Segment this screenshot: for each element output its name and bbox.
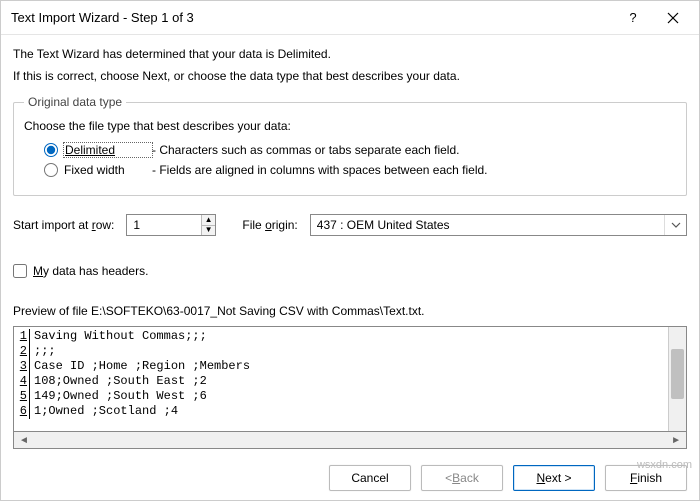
scrollbar-thumb[interactable]	[671, 349, 684, 399]
preview-line: 3 Case ID ;Home ;Region ;Members	[16, 359, 668, 374]
my-data-has-headers-checkbox[interactable]	[13, 264, 27, 278]
dialog-button-bar: Cancel < Back Next > Finish	[1, 449, 699, 491]
line-text: 149;Owned ;South West ;6	[34, 389, 207, 404]
titlebar: Text Import Wizard - Step 1 of 3 ?	[1, 1, 699, 35]
file-origin-value: 437 : OEM United States	[317, 218, 450, 232]
start-row-input[interactable]	[127, 215, 200, 235]
intro-text-2: If this is correct, choose Next, or choo…	[13, 69, 687, 83]
intro-text-1: The Text Wizard has determined that your…	[13, 47, 687, 61]
fixed-width-desc: - Fields are aligned in columns with spa…	[152, 163, 488, 177]
close-button[interactable]	[653, 3, 693, 33]
back-button[interactable]: < Back	[421, 465, 503, 491]
preview-label: Preview of file E:\SOFTEKO\63-0017_Not S…	[13, 304, 687, 318]
next-button[interactable]: Next >	[513, 465, 595, 491]
spinner-up-button[interactable]: ▲	[202, 215, 216, 226]
preview-pane: 1Saving Without Commas;;;2;;;3Case ID ;H…	[13, 326, 687, 432]
line-number: 4	[16, 374, 30, 389]
group-legend: Original data type	[24, 95, 126, 109]
watermark: wsxdn.com	[637, 459, 692, 471]
spinner-down-button[interactable]: ▼	[202, 226, 216, 236]
scroll-right-button[interactable]: ►	[668, 435, 684, 446]
window-title: Text Import Wizard - Step 1 of 3	[11, 10, 613, 25]
line-text: 108;Owned ;South East ;2	[34, 374, 207, 389]
choose-file-type-label: Choose the file type that best describes…	[24, 119, 676, 133]
preview-line: 5 149;Owned ;South West ;6	[16, 389, 668, 404]
line-text: ;;;	[34, 344, 56, 359]
line-number: 2	[16, 344, 30, 359]
horizontal-scrollbar[interactable]: ◄ ►	[13, 432, 687, 449]
line-text: Case ID ;Home ;Region ;Members	[34, 359, 250, 374]
preview-line: 2;;;	[16, 344, 668, 359]
start-row-label: Start import at row:	[13, 218, 114, 232]
preview-line: 6 1;Owned ;Scotland ;4	[16, 404, 668, 419]
my-data-has-headers-label[interactable]: My data has headers.	[33, 264, 148, 278]
line-text: Saving Without Commas;;;	[34, 329, 207, 344]
close-icon	[667, 12, 679, 24]
cancel-button[interactable]: Cancel	[329, 465, 411, 491]
delimited-radio[interactable]	[44, 143, 58, 157]
delimited-radio-label[interactable]: Delimited	[64, 143, 152, 157]
line-number: 6	[16, 404, 30, 419]
line-number: 3	[16, 359, 30, 374]
file-origin-combo[interactable]: 437 : OEM United States	[310, 214, 687, 236]
vertical-scrollbar[interactable]	[668, 327, 686, 431]
original-data-type-group: Original data type Choose the file type …	[13, 95, 687, 196]
scroll-left-button[interactable]: ◄	[16, 435, 32, 446]
start-row-spinner[interactable]: ▲ ▼	[126, 214, 216, 236]
line-number: 5	[16, 389, 30, 404]
fixed-width-radio[interactable]	[44, 163, 58, 177]
preview-line: 1 Saving Without Commas;;;	[16, 329, 668, 344]
preview-text-area: 1Saving Without Commas;;;2;;;3Case ID ;H…	[14, 327, 668, 431]
fixed-width-radio-label[interactable]: Fixed width	[64, 163, 152, 177]
help-button[interactable]: ?	[613, 3, 653, 33]
line-number: 1	[16, 329, 30, 344]
preview-line: 4 108;Owned ;South East ;2	[16, 374, 668, 389]
line-text: 1;Owned ;Scotland ;4	[34, 404, 178, 419]
file-origin-label: File origin:	[242, 218, 297, 232]
chevron-down-icon[interactable]	[664, 215, 686, 235]
delimited-desc: - Characters such as commas or tabs sepa…	[152, 143, 459, 157]
